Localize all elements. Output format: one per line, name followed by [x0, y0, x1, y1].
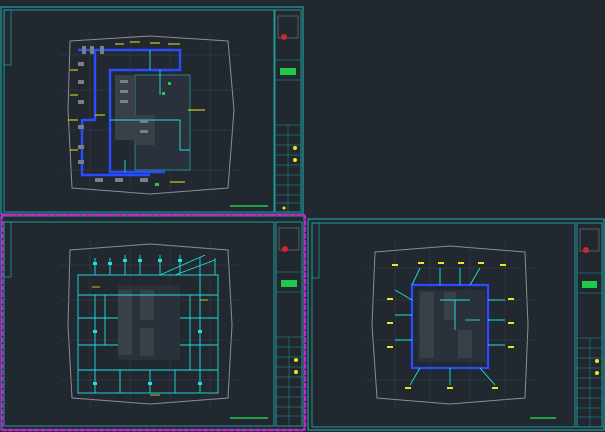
- drawing-canvas[interactable]: [0, 0, 605, 432]
- sheet-top-left[interactable]: [0, 6, 304, 215]
- cad-viewport[interactable]: [0, 0, 605, 432]
- sheet-bottom-right[interactable]: [307, 218, 605, 431]
- sheet-bottom-left[interactable]: [0, 213, 307, 432]
- red-seal-icon: [282, 246, 288, 252]
- core-stair: [115, 75, 135, 140]
- red-seal-icon: [583, 247, 589, 253]
- red-seal-icon: [281, 34, 287, 40]
